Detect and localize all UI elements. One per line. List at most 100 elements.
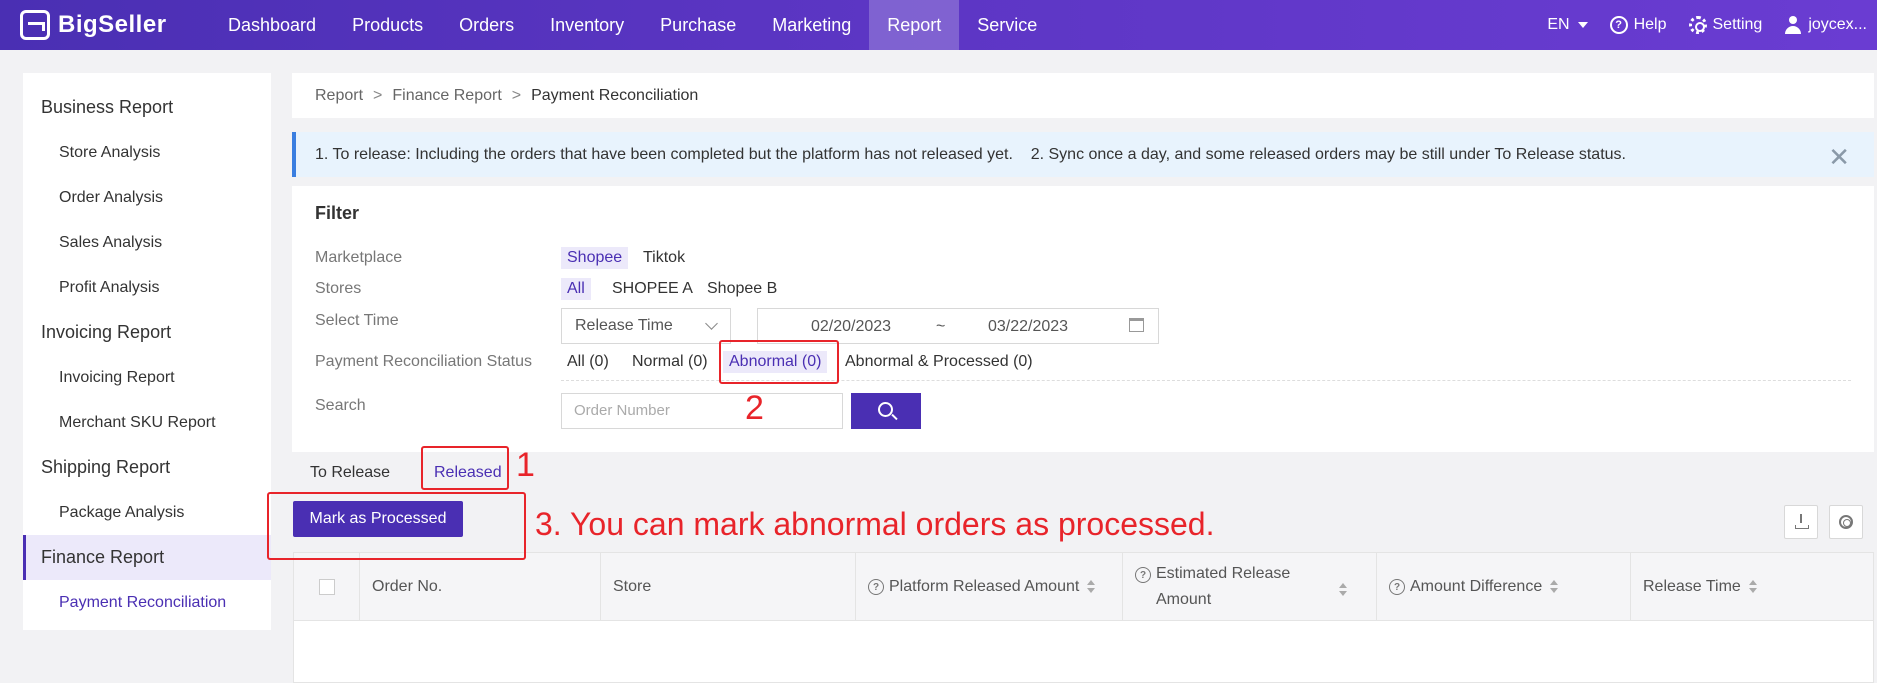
search-label: Search bbox=[315, 397, 366, 414]
nav-inventory[interactable]: Inventory bbox=[532, 0, 642, 50]
store-option-shopee-a[interactable]: SHOPEE A bbox=[606, 278, 699, 300]
search-icon bbox=[878, 402, 893, 417]
search-button[interactable] bbox=[851, 393, 921, 429]
filter-panel: Filter Marketplace Shopee Tiktok Stores … bbox=[292, 186, 1874, 452]
status-option-all[interactable]: All (0) bbox=[561, 351, 615, 373]
tab-to-release[interactable]: To Release bbox=[310, 464, 390, 482]
user-name: joycex... bbox=[1808, 16, 1867, 33]
breadcrumb-finance-report[interactable]: Finance Report bbox=[392, 87, 501, 105]
logo[interactable]: BigSeller bbox=[20, 10, 190, 40]
sidebar-group-business-report[interactable]: Business Report bbox=[23, 85, 271, 130]
nav-marketing[interactable]: Marketing bbox=[754, 0, 869, 50]
marketplace-option-shopee[interactable]: Shopee bbox=[561, 247, 629, 269]
col-release-time[interactable]: Release Time bbox=[1631, 553, 1873, 621]
sidebar-item-payment-reconciliation[interactable]: Payment Reconciliation bbox=[23, 580, 271, 625]
breadcrumb-current: Payment Reconciliation bbox=[531, 86, 699, 104]
sidebar-item-sales-analysis[interactable]: Sales Analysis bbox=[23, 220, 271, 265]
nav-report[interactable]: Report bbox=[869, 0, 960, 50]
sidebar-group-shipping-report[interactable]: Shipping Report bbox=[23, 445, 271, 490]
sidebar-item-merchant-sku-report[interactable]: Merchant SKU Report bbox=[23, 400, 271, 445]
store-option-all[interactable]: All bbox=[561, 278, 591, 300]
setting-label: Setting bbox=[1712, 16, 1763, 33]
annotation-step-3: 3. You can mark abnormal orders as proce… bbox=[535, 506, 1215, 542]
language-label: EN bbox=[1547, 16, 1570, 33]
status-label: Payment Reconciliation Status bbox=[315, 353, 532, 370]
breadcrumb: Report > Finance Report > Payment Reconc… bbox=[292, 73, 1874, 118]
marketplace-option-tiktok[interactable]: Tiktok bbox=[637, 247, 691, 269]
settings-icon bbox=[1839, 515, 1853, 529]
col-store: Store bbox=[601, 553, 856, 621]
sort-icon bbox=[1087, 580, 1096, 594]
top-navbar: BigSeller Dashboard Products Orders Inve… bbox=[0, 0, 1877, 50]
chevron-down-icon bbox=[705, 317, 718, 330]
nav-dashboard[interactable]: Dashboard bbox=[210, 0, 334, 50]
nav-service[interactable]: Service bbox=[959, 0, 1055, 50]
user-menu[interactable]: joycex... bbox=[1784, 16, 1867, 34]
annotation-step-1: 1 bbox=[516, 446, 535, 484]
sidebar-item-store-analysis[interactable]: Store Analysis bbox=[23, 130, 271, 175]
col-store-label: Store bbox=[613, 578, 652, 595]
caret-down-icon bbox=[1577, 22, 1588, 28]
sidebar-item-invoicing-report[interactable]: Invoicing Report bbox=[23, 355, 271, 400]
gear-icon bbox=[1688, 16, 1707, 34]
annotation-box-mark-processed bbox=[267, 492, 526, 560]
close-icon[interactable]: ✕ bbox=[1828, 142, 1850, 173]
status-option-abnormal-processed[interactable]: Abnormal & Processed (0) bbox=[839, 351, 1039, 373]
setting-link[interactable]: Setting bbox=[1688, 16, 1763, 34]
select-all-cell bbox=[294, 553, 360, 621]
question-icon: ? bbox=[1135, 567, 1151, 583]
question-icon: ? bbox=[1389, 579, 1405, 595]
col-release-time-label: Release Time bbox=[1643, 578, 1741, 595]
breadcrumb-separator: > bbox=[373, 86, 383, 104]
download-icon bbox=[1795, 514, 1809, 529]
col-platform-released-amount-label: Platform Released Amount bbox=[889, 578, 1080, 595]
bigseller-logo-icon bbox=[20, 10, 50, 40]
brand-name: BigSeller bbox=[58, 11, 167, 38]
select-time-label: Select Time bbox=[315, 312, 399, 329]
col-platform-released-amount[interactable]: ? Platform Released Amount bbox=[856, 553, 1123, 621]
export-button[interactable] bbox=[1784, 505, 1818, 539]
calendar-icon bbox=[1129, 318, 1144, 332]
table-header: Order No. Store ? Platform Released Amou… bbox=[294, 553, 1873, 621]
column-settings-button[interactable] bbox=[1829, 505, 1863, 539]
help-link[interactable]: ? Help bbox=[1609, 16, 1667, 34]
sidebar-item-profit-analysis[interactable]: Profit Analysis bbox=[23, 265, 271, 310]
sidebar-group-invoicing-report[interactable]: Invoicing Report bbox=[23, 310, 271, 355]
main-nav: Dashboard Products Orders Inventory Purc… bbox=[210, 0, 1055, 50]
sidebar-item-order-analysis[interactable]: Order Analysis bbox=[23, 175, 271, 220]
col-estimated-release-amount-label: Estimated Release Amount bbox=[1156, 565, 1291, 608]
user-icon bbox=[1784, 16, 1802, 34]
time-type-select[interactable]: Release Time bbox=[561, 308, 731, 344]
select-all-checkbox[interactable] bbox=[318, 579, 335, 595]
top-right-menu: EN ? Help Setting joycex... bbox=[1547, 0, 1877, 50]
col-order-no: Order No. bbox=[360, 553, 601, 621]
marketplace-label: Marketplace bbox=[315, 249, 403, 266]
col-estimated-release-amount[interactable]: ? Estimated Release Amount bbox=[1123, 553, 1377, 621]
language-selector[interactable]: EN bbox=[1547, 16, 1588, 34]
sidebar: Business Report Store Analysis Order Ana… bbox=[23, 73, 271, 630]
store-option-shopee-b[interactable]: Shopee B bbox=[701, 278, 783, 300]
sidebar-item-package-analysis[interactable]: Package Analysis bbox=[23, 490, 271, 535]
time-type-value: Release Time bbox=[575, 317, 673, 334]
date-range-picker[interactable]: 02/20/2023 ~ 03/22/2023 bbox=[757, 308, 1159, 344]
breadcrumb-report[interactable]: Report bbox=[315, 87, 363, 105]
sort-icon bbox=[1339, 583, 1347, 597]
col-order-no-label: Order No. bbox=[372, 578, 443, 595]
nav-orders[interactable]: Orders bbox=[441, 0, 532, 50]
stores-label: Stores bbox=[315, 280, 362, 297]
status-option-normal[interactable]: Normal (0) bbox=[626, 351, 714, 373]
sort-icon bbox=[1748, 580, 1757, 594]
annotation-step-2: 2 bbox=[745, 389, 764, 427]
filter-title: Filter bbox=[315, 203, 360, 223]
question-icon: ? bbox=[868, 579, 884, 595]
sidebar-group-finance-report[interactable]: Finance Report bbox=[23, 535, 271, 580]
help-label: Help bbox=[1633, 16, 1667, 33]
order-number-search-input[interactable]: Order Number bbox=[561, 393, 843, 429]
nav-purchase[interactable]: Purchase bbox=[642, 0, 754, 50]
orders-table: Order No. Store ? Platform Released Amou… bbox=[293, 552, 1874, 683]
nav-products[interactable]: Products bbox=[334, 0, 441, 50]
col-amount-difference[interactable]: ? Amount Difference bbox=[1377, 553, 1631, 621]
annotation-box-abnormal bbox=[719, 340, 839, 384]
help-icon: ? bbox=[1609, 16, 1628, 34]
breadcrumb-separator: > bbox=[511, 86, 522, 104]
